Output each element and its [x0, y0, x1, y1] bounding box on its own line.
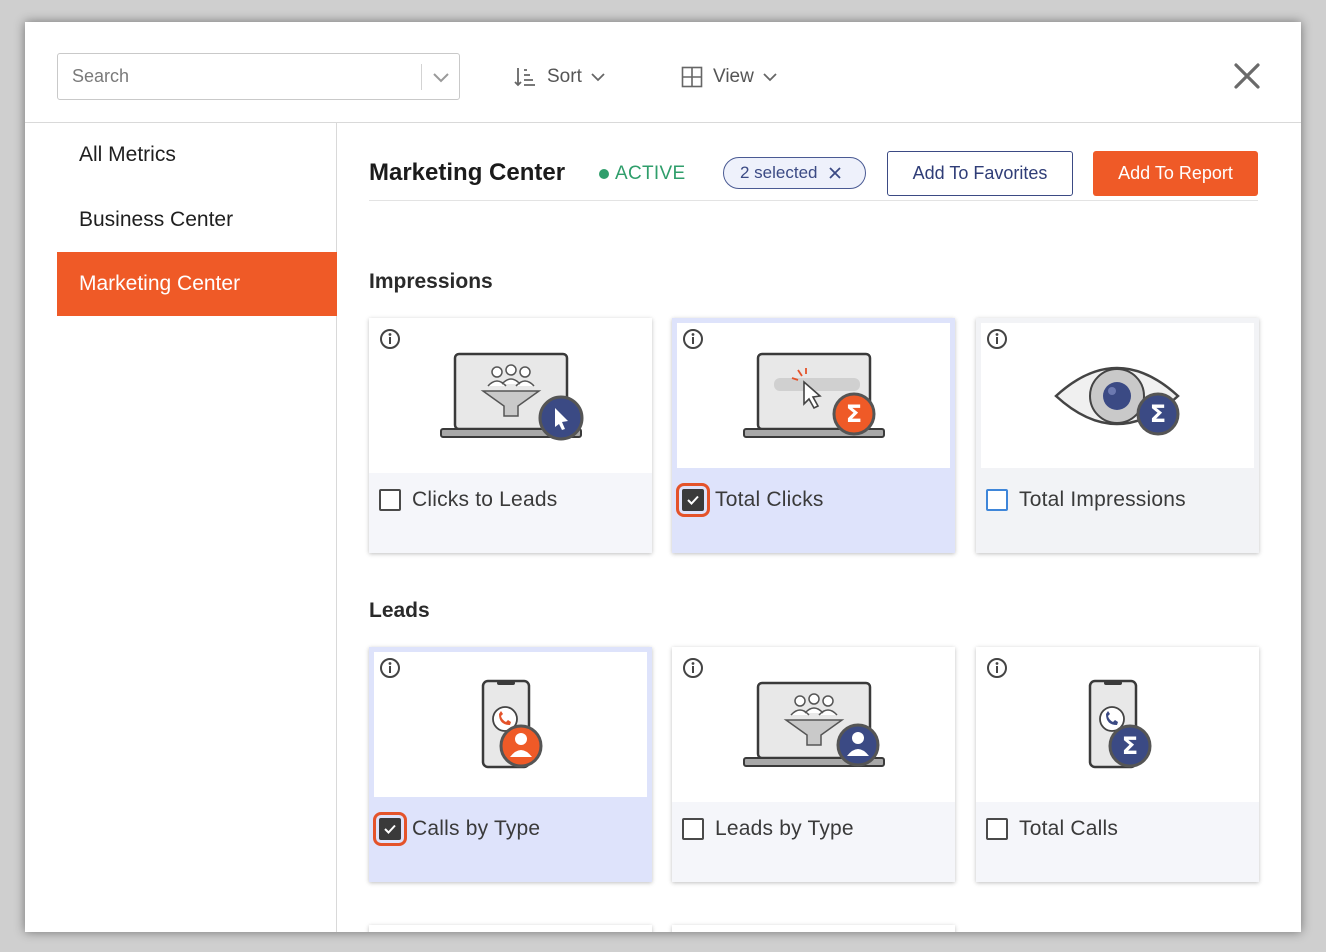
info-icon[interactable] [682, 328, 704, 350]
screenshot-frame: Sort View All Metrics Business Center [0, 0, 1326, 952]
card-label-row: Total Calls [986, 813, 1118, 845]
sidebar-item-label: Marketing Center [79, 272, 241, 295]
card-art: Σ [981, 323, 1254, 468]
card-label-row: Total Clicks [676, 483, 824, 517]
checkbox[interactable] [682, 818, 704, 840]
phone-call-user-icon [481, 679, 543, 769]
info-icon[interactable] [986, 657, 1008, 679]
search-box [57, 53, 460, 100]
info-icon[interactable] [986, 328, 1008, 350]
card-label: Calls by Type [412, 817, 541, 840]
checkbox[interactable] [379, 489, 401, 511]
section-title-impressions: Impressions [369, 270, 493, 293]
search-divider [421, 64, 422, 90]
card-label: Clicks to Leads [412, 488, 558, 511]
metrics-dialog: Sort View All Metrics Business Center [25, 22, 1301, 932]
card-label-row: Calls by Type [373, 812, 541, 846]
checkmark-icon [687, 495, 699, 505]
sort-label: Sort [547, 66, 582, 87]
metric-card-calls-by-type[interactable]: Calls by Type [369, 647, 652, 882]
main-content: Marketing Center ACTIVE 2 selected Add T… [369, 123, 1259, 932]
status-text: ACTIVE [615, 163, 686, 184]
add-to-favorites-button[interactable]: Add To Favorites [887, 151, 1073, 196]
metric-card-partial[interactable] [672, 925, 955, 932]
card-label-row: Clicks to Leads [379, 484, 557, 516]
page-title: Marketing Center [369, 159, 566, 186]
svg-text:Σ: Σ [1150, 400, 1166, 428]
info-icon[interactable] [379, 657, 401, 679]
chevron-down-icon [763, 73, 777, 82]
close-icon[interactable] [1233, 62, 1261, 90]
card-art [369, 318, 652, 473]
metric-card-total-clicks[interactable]: Σ Total Clicks [672, 318, 955, 553]
card-art: Σ [677, 323, 950, 468]
laptop-click-sigma-icon: Σ [743, 352, 885, 438]
phone-call-sigma-icon: Σ [1088, 679, 1152, 769]
metric-card-leads-by-type[interactable]: Leads by Type [672, 647, 955, 882]
status-badge: ACTIVE [599, 163, 685, 185]
sort-icon [514, 68, 535, 87]
chevron-down-icon[interactable] [430, 67, 452, 87]
card-label: Total Clicks [715, 488, 824, 511]
svg-text:Σ: Σ [846, 400, 862, 428]
selected-chip-label: 2 selected [740, 163, 818, 182]
chevron-down-icon [591, 73, 605, 82]
sidebar-item-all-metrics[interactable]: All Metrics [57, 123, 337, 187]
sort-button[interactable]: Sort [513, 64, 606, 90]
card-label-row: Total Impressions [986, 484, 1186, 516]
eye-sigma-icon: Σ [1054, 366, 1180, 436]
sidebar-item-label: All Metrics [79, 143, 176, 166]
card-art [672, 647, 955, 802]
header-row: Marketing Center ACTIVE 2 selected Add T… [369, 151, 1258, 201]
metric-card-total-impressions[interactable]: Σ Total Impressions [976, 318, 1259, 553]
card-label: Total Impressions [1019, 488, 1186, 511]
checkbox[interactable] [986, 489, 1008, 511]
grid-icon [681, 66, 703, 88]
checkmark-icon [384, 824, 396, 834]
checkbox[interactable] [986, 818, 1008, 840]
metric-card-clicks-to-leads[interactable]: Clicks to Leads [369, 318, 652, 553]
selected-chip[interactable]: 2 selected [723, 157, 866, 189]
checkbox[interactable] [373, 812, 407, 846]
card-art: Σ [976, 647, 1259, 802]
close-icon[interactable] [828, 166, 842, 180]
info-icon[interactable] [379, 328, 401, 350]
sidebar: All Metrics Business Center Marketing Ce… [25, 123, 337, 932]
card-label-row: Leads by Type [682, 813, 854, 845]
metric-card-total-calls[interactable]: Σ Total Calls [976, 647, 1259, 882]
view-label: View [713, 66, 754, 87]
card-label: Leads by Type [715, 817, 854, 840]
search-input[interactable] [58, 54, 418, 99]
sidebar-item-marketing-center[interactable]: Marketing Center [57, 252, 337, 316]
sidebar-item-label: Business Center [79, 208, 234, 231]
laptop-funnel-user-icon [743, 681, 885, 767]
add-to-report-button[interactable]: Add To Report [1093, 151, 1258, 196]
toolbar: Sort View [25, 22, 1301, 123]
status-dot [599, 169, 609, 179]
metric-card-partial[interactable] [369, 925, 652, 932]
sidebar-item-business-center[interactable]: Business Center [57, 188, 337, 252]
view-button[interactable]: View [681, 64, 778, 90]
card-art [374, 652, 647, 797]
section-title-leads: Leads [369, 599, 430, 622]
laptop-funnel-cursor-icon [440, 352, 584, 441]
svg-text:Σ: Σ [1122, 732, 1138, 760]
info-icon[interactable] [682, 657, 704, 679]
checkbox[interactable] [676, 483, 710, 517]
card-label: Total Calls [1019, 817, 1119, 840]
